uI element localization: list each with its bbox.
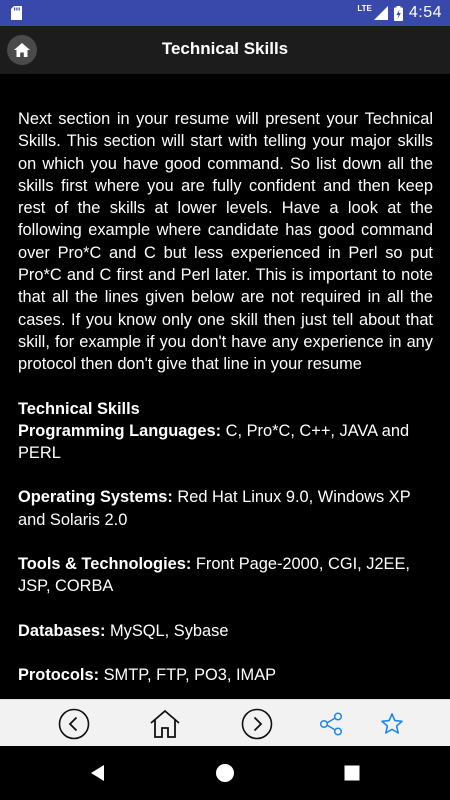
- chevron-right-circle-icon: [241, 708, 273, 740]
- skill-value: SMTP, FTP, PO3, IMAP: [99, 665, 277, 684]
- system-navigation-bar: [0, 746, 450, 800]
- app-bar: Technical Skills: [0, 26, 450, 74]
- skill-label: Protocols:: [18, 665, 100, 684]
- signal-icon: [373, 6, 388, 20]
- page-title: Technical Skills: [161, 39, 289, 58]
- bottom-toolbar: [0, 699, 450, 747]
- status-bar: LTE 4:54: [0, 0, 450, 26]
- section-heading: Technical Skills: [18, 399, 140, 418]
- article-content[interactable]: Next section in your resume will present…: [0, 74, 450, 699]
- star-icon: [381, 713, 403, 734]
- previous-button[interactable]: [57, 707, 91, 741]
- favorite-button[interactable]: [375, 707, 409, 741]
- skill-item-protocols: Protocols: SMTP, FTP, PO3, IMAP: [18, 664, 433, 686]
- share-button[interactable]: [314, 707, 348, 741]
- chevron-left-circle-icon: [58, 708, 90, 740]
- home-nav-button[interactable]: [148, 707, 182, 741]
- back-triangle-icon: [91, 765, 104, 781]
- skill-value: MySQL, Sybase: [105, 621, 229, 640]
- home-outline-icon: [150, 709, 180, 738]
- skill-label: Operating Systems:: [18, 488, 173, 507]
- skill-item-tools-technologies: Tools & Technologies: Front Page-2000, C…: [18, 553, 433, 598]
- skill-item-databases: Databases: MySQL, Sybase: [18, 620, 433, 642]
- skill-item-programming-languages: Programming Languages: C, Pro*C, C++, JA…: [18, 420, 433, 465]
- network-type-label: LTE: [357, 3, 372, 13]
- sd-card-icon: [11, 6, 22, 20]
- intro-paragraph: Next section in your resume will present…: [18, 110, 433, 374]
- next-button[interactable]: [240, 707, 274, 741]
- system-back-button[interactable]: [87, 762, 109, 784]
- home-circle-icon: [216, 764, 234, 782]
- skill-item-operating-systems: Operating Systems: Red Hat Linux 9.0, Wi…: [18, 486, 433, 531]
- skill-label: Databases:: [18, 621, 106, 640]
- skill-label: Programming Languages:: [18, 421, 222, 440]
- battery-charging-icon: [393, 5, 403, 21]
- share-icon: [319, 712, 343, 736]
- system-home-button[interactable]: [214, 762, 236, 784]
- system-recents-button[interactable]: [341, 762, 363, 784]
- recents-square-icon: [344, 765, 360, 781]
- skill-label: Tools & Technologies:: [18, 555, 192, 574]
- clock: 4:54: [408, 4, 442, 21]
